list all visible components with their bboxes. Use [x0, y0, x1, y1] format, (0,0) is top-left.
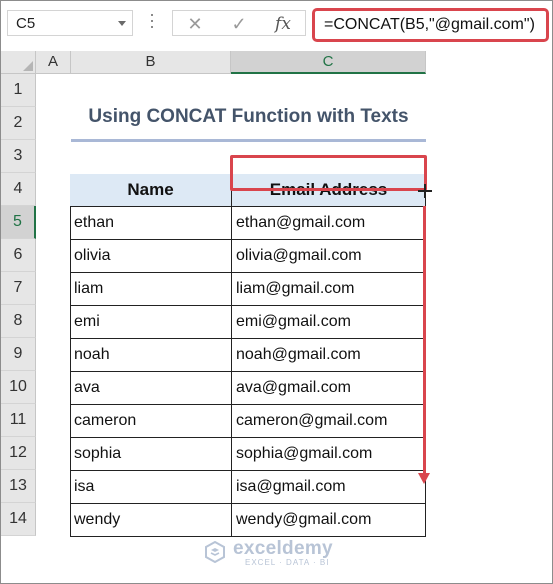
email-cell[interactable]: olivia@gmail.com — [232, 240, 426, 273]
drag-handle-icon[interactable] — [151, 14, 154, 32]
header-name[interactable]: Name — [70, 174, 232, 207]
header-label: Name — [127, 180, 174, 199]
email-cell[interactable]: ethan@gmail.com — [232, 207, 426, 240]
email-cell[interactable]: liam@gmail.com — [232, 273, 426, 306]
row-number: 12 — [9, 444, 27, 461]
email-cell[interactable]: emi@gmail.com — [232, 306, 426, 339]
cell-text: cameron@gmail.com — [236, 412, 388, 429]
email-cell[interactable]: isa@gmail.com — [232, 471, 426, 504]
formula-text: =CONCAT(B5,"@gmail.com") — [324, 16, 535, 33]
cell-text: noah — [74, 346, 110, 363]
fill-handle-cursor-icon[interactable] — [418, 184, 432, 198]
fill-down-arrow — [423, 206, 426, 476]
row-header-8[interactable]: 8 — [1, 305, 36, 338]
select-all-button[interactable] — [1, 51, 36, 74]
cell-text: isa — [74, 478, 95, 495]
cell-text: cameron — [74, 412, 137, 429]
row-header-1[interactable]: 1 — [1, 74, 36, 107]
active-cell-highlight — [230, 155, 427, 191]
watermark-tagline: EXCEL · DATA · BI — [245, 558, 330, 567]
email-cell[interactable]: sophia@gmail.com — [232, 438, 426, 471]
name-cell[interactable]: olivia — [70, 240, 232, 273]
cell-text: sophia@gmail.com — [236, 445, 373, 462]
watermark-name: exceldemy — [233, 538, 333, 559]
row-number: 1 — [13, 81, 23, 98]
insert-function-icon[interactable]: fx — [273, 14, 293, 34]
row-header-9[interactable]: 9 — [1, 338, 36, 371]
cancel-icon[interactable]: ✕ — [185, 14, 205, 34]
row-header-6[interactable]: 6 — [1, 239, 36, 272]
row-header-4[interactable]: 4 — [1, 173, 36, 206]
cell-text: ethan@gmail.com — [236, 214, 366, 231]
arrow-down-icon — [418, 473, 430, 484]
title-underline — [71, 139, 426, 142]
row-number: 6 — [13, 246, 23, 263]
cell-text: olivia — [74, 247, 111, 264]
row-number: 13 — [9, 477, 27, 494]
name-cell[interactable]: sophia — [70, 438, 232, 471]
name-cell[interactable]: wendy — [70, 504, 232, 537]
cell-text: liam — [74, 280, 104, 297]
cell-text: wendy — [74, 511, 121, 528]
email-cell[interactable]: noah@gmail.com — [232, 339, 426, 372]
formula-buttons: ✕ ✓ fx — [172, 10, 306, 36]
column-header-b[interactable]: B — [71, 51, 231, 74]
row-header-14[interactable]: 14 — [1, 503, 36, 536]
formula-bar: C5 ✕ ✓ fx =CONCAT(B5,"@gmail.com") — [1, 1, 552, 51]
row-number: 10 — [9, 378, 27, 395]
column-header-c[interactable]: C — [231, 51, 426, 74]
row-number: 2 — [13, 114, 23, 131]
spreadsheet-window: C5 ✕ ✓ fx =CONCAT(B5,"@gmail.com") A B C… — [0, 0, 553, 584]
row-number: 7 — [13, 279, 23, 296]
row-header-13[interactable]: 13 — [1, 470, 36, 503]
name-cell[interactable]: noah — [70, 339, 232, 372]
name-cell[interactable]: liam — [70, 273, 232, 306]
cell-text: liam@gmail.com — [236, 280, 355, 297]
name-cell[interactable]: ava — [70, 372, 232, 405]
row-header-2[interactable]: 2 — [1, 107, 36, 140]
email-cell[interactable]: ava@gmail.com — [232, 372, 426, 405]
cell-text: noah@gmail.com — [236, 346, 361, 363]
row-number: 4 — [13, 180, 23, 197]
cell-text: wendy@gmail.com — [236, 511, 372, 528]
enter-icon[interactable]: ✓ — [229, 14, 249, 34]
cell-text: olivia@gmail.com — [236, 247, 362, 264]
name-box[interactable]: C5 — [7, 10, 133, 36]
column-header-a[interactable]: A — [36, 51, 71, 74]
cell-text: ava — [74, 379, 100, 396]
row-header-12[interactable]: 12 — [1, 437, 36, 470]
cell-text: emi@gmail.com — [236, 313, 351, 330]
name-cell[interactable]: cameron — [70, 405, 232, 438]
cell-text: sophia — [74, 445, 122, 462]
email-cell[interactable]: wendy@gmail.com — [232, 504, 426, 537]
row-number: 5 — [13, 213, 22, 230]
chevron-down-icon[interactable] — [118, 21, 126, 26]
row-header-10[interactable]: 10 — [1, 371, 36, 404]
row-header-3[interactable]: 3 — [1, 140, 36, 173]
cell-text: ava@gmail.com — [236, 379, 351, 396]
sheet-title[interactable]: Using CONCAT Function with Texts — [71, 102, 426, 132]
row-header-11[interactable]: 11 — [1, 404, 36, 437]
row-number: 3 — [13, 147, 23, 164]
row-header-7[interactable]: 7 — [1, 272, 36, 305]
row-number: 14 — [9, 510, 27, 527]
row-number: 9 — [13, 345, 23, 362]
cell-text: isa@gmail.com — [236, 478, 346, 495]
row-number: 11 — [9, 411, 27, 428]
cell-text: emi — [74, 313, 100, 330]
name-cell[interactable]: emi — [70, 306, 232, 339]
formula-input[interactable]: =CONCAT(B5,"@gmail.com") — [312, 8, 549, 42]
exceldemy-logo-icon — [205, 541, 225, 563]
watermark-logo: exceldemy EXCEL · DATA · BI — [204, 538, 354, 568]
row-header-5[interactable]: 5 — [1, 206, 36, 239]
email-cell[interactable]: cameron@gmail.com — [232, 405, 426, 438]
cell-text: ethan — [74, 214, 115, 231]
name-box-value: C5 — [16, 15, 36, 32]
row-number: 8 — [13, 312, 23, 329]
name-cell[interactable]: ethan — [70, 207, 232, 240]
name-cell[interactable]: isa — [70, 471, 232, 504]
